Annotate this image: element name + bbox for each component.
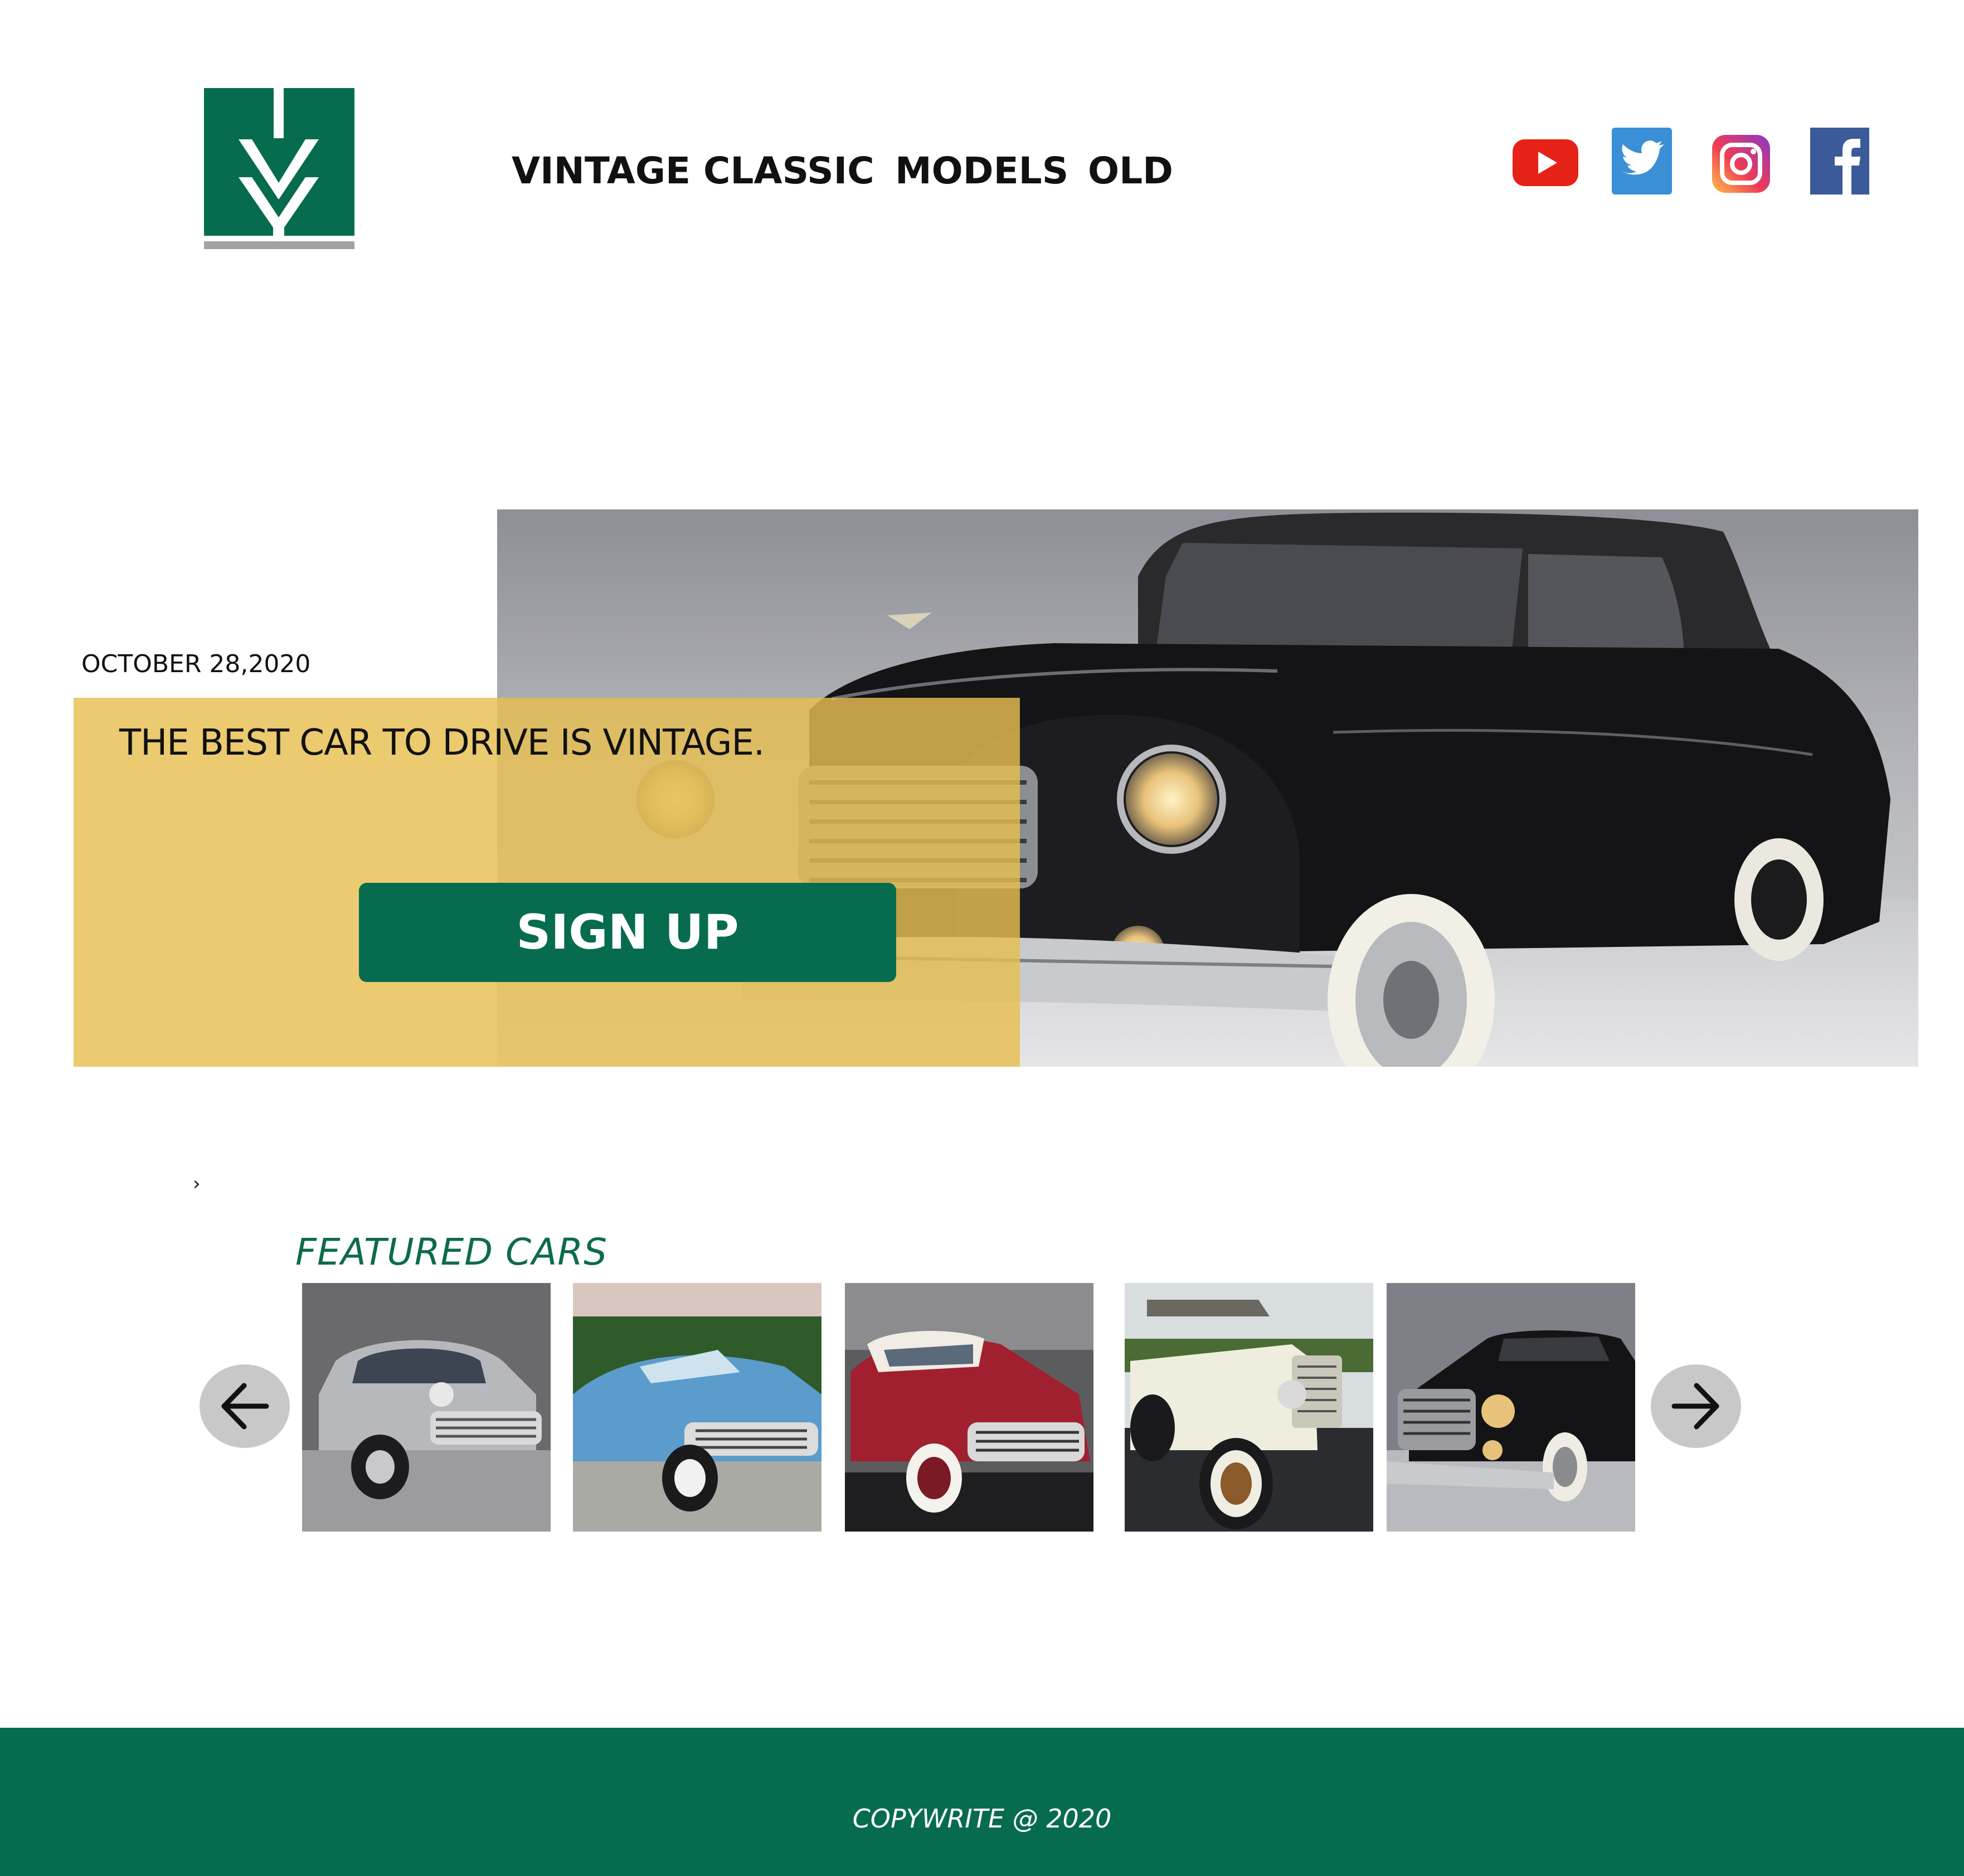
footer [0, 1728, 1964, 1876]
nav-vintage[interactable]: VINTAGE [512, 146, 691, 196]
featured-car-black[interactable] [1387, 1283, 1635, 1532]
carousel-next-button[interactable] [1651, 1364, 1741, 1448]
nav-models[interactable]: MODELS [895, 146, 1068, 196]
arrow-right-icon [1671, 1383, 1719, 1430]
featured-car-blue[interactable] [573, 1283, 821, 1532]
carousel-prev-button[interactable] [200, 1364, 290, 1448]
arrow-left-icon [221, 1383, 269, 1430]
nav-classic[interactable]: CLASSIC [703, 146, 874, 196]
facebook-icon[interactable] [1810, 128, 1869, 195]
ivy-logo-icon[interactable] [204, 88, 354, 249]
signup-button[interactable]: SIGN UP [359, 883, 896, 982]
hero-headline: THE BEST CAR TO DRIVE IS VINTAGE. [119, 722, 765, 764]
twitter-icon[interactable] [1612, 128, 1672, 195]
featured-car-red[interactable] [845, 1283, 1093, 1532]
footer-copyright: COPYWRITE @ 2020 [852, 1804, 1112, 1834]
chevron-right-icon[interactable]: › [193, 1173, 201, 1195]
featured-car-cream[interactable] [1125, 1283, 1373, 1532]
hero-date: OCTOBER 28,2020 [81, 650, 311, 678]
youtube-icon[interactable] [1513, 139, 1578, 186]
instagram-icon[interactable] [1712, 135, 1770, 193]
featured-car-silver[interactable] [302, 1283, 551, 1532]
nav-old[interactable]: OLD [1088, 146, 1173, 196]
featured-cars-heading: FEATURED CARS [295, 1231, 607, 1274]
